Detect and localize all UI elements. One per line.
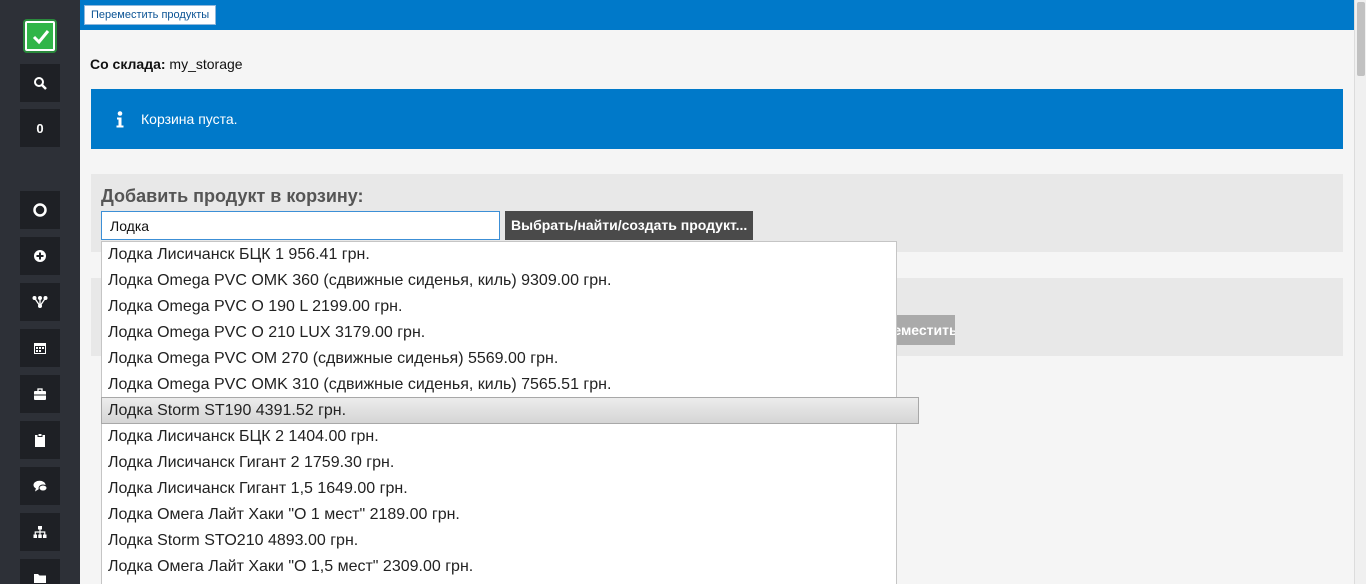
pick-product-button[interactable]: Выбрать/найти/создать продукт... bbox=[505, 211, 754, 240]
cart-counter[interactable]: 0 bbox=[20, 109, 60, 147]
clipboard-icon[interactable] bbox=[20, 421, 60, 459]
add-product-title: Добавить продукт в корзину: bbox=[101, 186, 364, 206]
org-chart-icon[interactable] bbox=[20, 513, 60, 551]
autocomplete-item-active[interactable]: Лодка Storm ST190 4391.52 грн. bbox=[101, 397, 919, 424]
plus-circle-icon[interactable] bbox=[20, 237, 60, 275]
life-ring-icon[interactable] bbox=[20, 191, 60, 229]
autocomplete-item[interactable]: Лодка Omega PVC OM 270 (сдвижные сиденья… bbox=[102, 346, 896, 372]
scrollbar-thumb[interactable] bbox=[1357, 2, 1365, 76]
sitemap-icon[interactable] bbox=[20, 283, 60, 321]
sidebar: 0 bbox=[0, 0, 80, 584]
autocomplete-item[interactable]: Лодка Omega PVC OMK 360 (сдвижные сидень… bbox=[102, 268, 896, 294]
comments-icon[interactable] bbox=[20, 467, 60, 505]
from-storage-value: my_storage bbox=[169, 56, 243, 72]
logo-check-icon[interactable] bbox=[25, 21, 55, 51]
calendar-icon[interactable] bbox=[20, 329, 60, 367]
autocomplete-item[interactable]: Лодка Omega PVC OMK 310 (сдвижные сидень… bbox=[102, 372, 896, 398]
autocomplete-item[interactable]: Лодка Omega PVC O 210 LUX 3179.00 грн. bbox=[102, 320, 896, 346]
search-icon[interactable] bbox=[20, 64, 60, 102]
info-icon bbox=[116, 111, 124, 133]
autocomplete-item[interactable]: Лодка Лисичанск Гигант 1,5 1649.00 грн. bbox=[102, 476, 896, 502]
alert-text: Корзина пуста. bbox=[141, 111, 238, 127]
autocomplete-item[interactable]: Лодка Лисичанск Гигант 2 1759.30 грн. bbox=[102, 450, 896, 476]
autocomplete-item[interactable]: Лодка Лисичанск БЦК 1 956.41 грн. bbox=[102, 242, 896, 268]
topbar: Переместить продукты bbox=[80, 0, 1354, 30]
move-products-tab[interactable]: Переместить продукты bbox=[84, 5, 217, 25]
briefcase-icon[interactable] bbox=[20, 375, 60, 413]
cart-empty-alert: Корзина пуста. bbox=[91, 89, 1343, 149]
from-storage-label: Со склада: bbox=[90, 56, 166, 72]
from-storage: Со склада: my_storage bbox=[90, 56, 243, 72]
autocomplete-item[interactable]: Лодка Омега Лайт Хаки "О 1 мест" 2189.00… bbox=[102, 502, 896, 528]
autocomplete-item[interactable]: Лодка Омега Лайт Хаки "О 1,5 мест" 2309.… bbox=[102, 554, 896, 580]
page-scrollbar[interactable] bbox=[1354, 0, 1366, 584]
folder-icon[interactable] bbox=[20, 559, 60, 584]
autocomplete-item[interactable]: Лодка Storm STO210 4893.00 грн. bbox=[102, 528, 896, 554]
autocomplete-item[interactable]: Лодка Omega PVC O 190 L 2199.00 грн. bbox=[102, 294, 896, 320]
autocomplete-item[interactable]: Лодка Лисичанск БЦК 2 1404.00 грн. bbox=[102, 424, 896, 450]
product-search-input[interactable] bbox=[101, 211, 500, 240]
